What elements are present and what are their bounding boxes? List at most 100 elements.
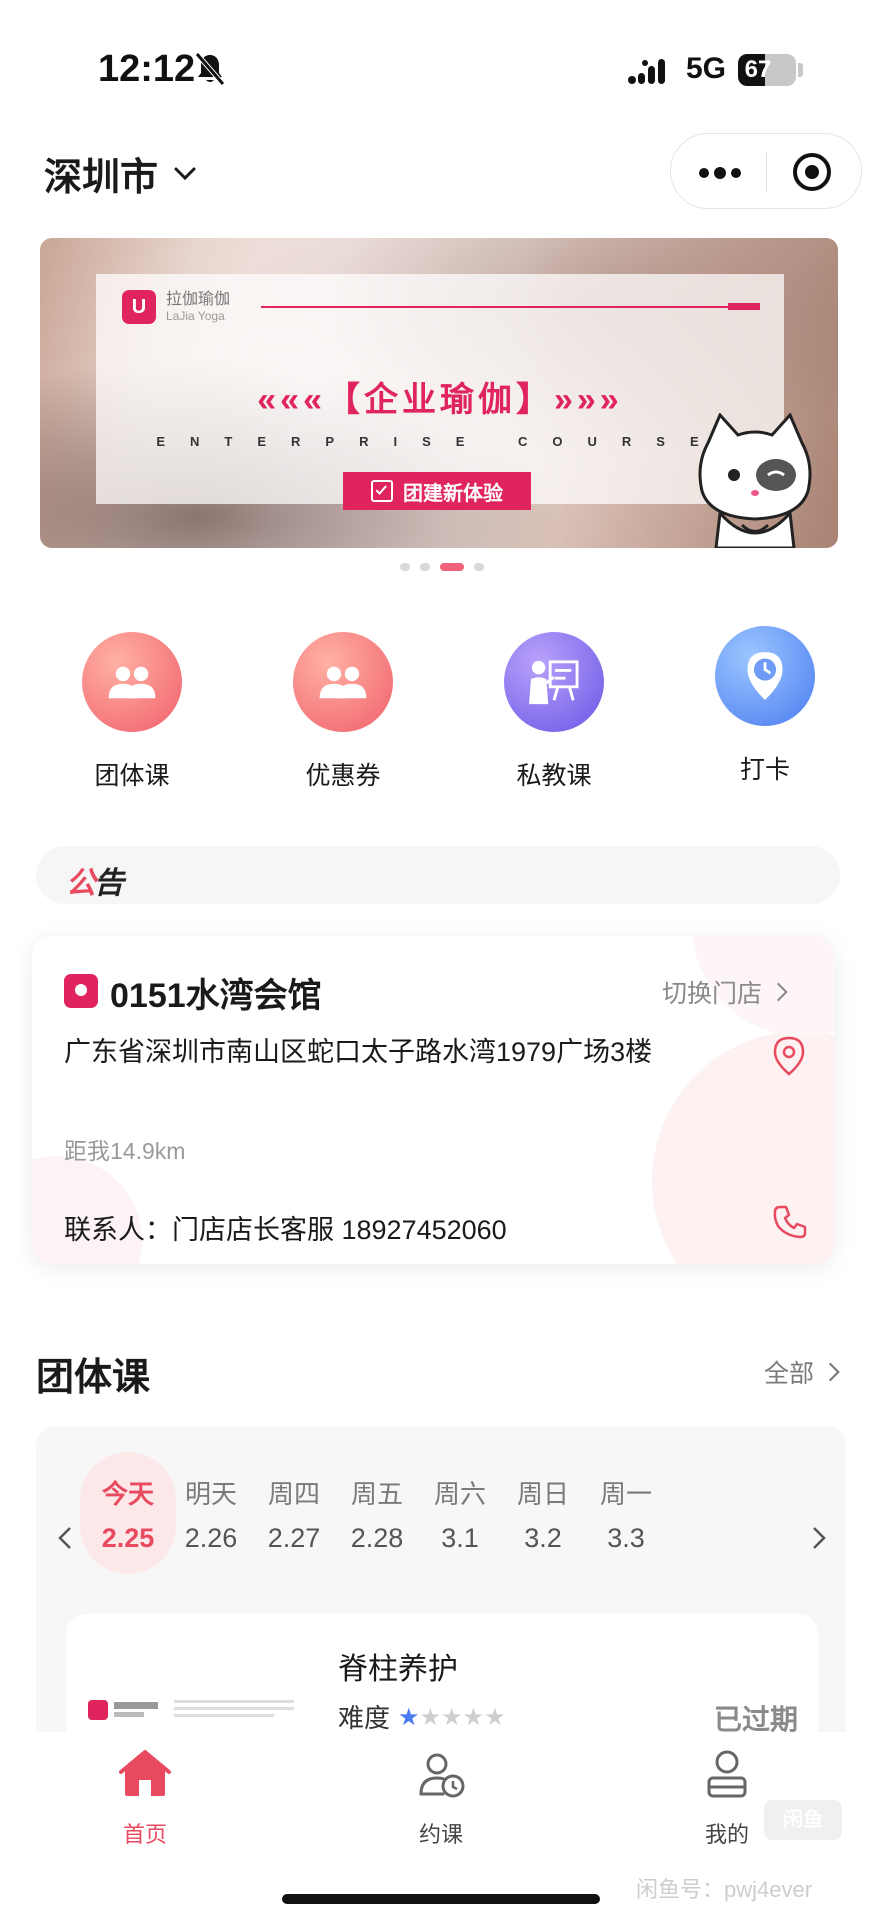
notice-tag-accent: 公 <box>66 867 96 900</box>
teacher-icon <box>504 632 604 732</box>
profile-icon <box>707 1750 747 1798</box>
battery-tip <box>798 63 803 77</box>
chevron-right-icon <box>776 982 788 1002</box>
pagination-dot <box>419 563 430 571</box>
banner-subtitle: ENTERPRISE COURSE <box>156 434 724 449</box>
close-target-icon[interactable] <box>767 134 863 210</box>
store-address: 广东省深圳市南山区蛇口太子路水湾1979广场3楼 <box>64 1037 653 1067</box>
date-day: 周一 <box>599 1479 652 1509</box>
checkbox-icon <box>371 480 393 502</box>
mini-program-capsule <box>670 133 862 209</box>
view-all-button[interactable]: 全部 <box>764 1354 840 1390</box>
store-distance: 距我14.9km <box>64 1138 186 1164</box>
date-number: 3.1 <box>441 1523 479 1553</box>
pagination-dot <box>473 563 484 571</box>
switch-store-label: 切换门店 <box>662 980 763 1008</box>
chevron-down-icon <box>174 167 196 180</box>
banner-cta-button[interactable]: 团建新体验 <box>343 472 531 510</box>
quick-action-label: 团体课 <box>94 762 170 790</box>
date-number: 3.2 <box>524 1523 562 1553</box>
store-logo-icon <box>64 974 98 1008</box>
cat-mascot-icon <box>698 413 812 548</box>
more-icon[interactable] <box>671 134 767 210</box>
store-name: 0151水湾会馆 <box>110 977 322 1015</box>
switch-store-button[interactable]: 切换门店 <box>662 974 788 1010</box>
banner-cta-label: 团建新体验 <box>403 482 503 505</box>
star-empty-icon: ★ <box>462 1704 485 1731</box>
star-empty-icon: ★ <box>441 1704 463 1731</box>
battery-icon: 67 <box>738 54 796 86</box>
banner-card: U 拉伽瑜伽 LaJia Yoga «««【企业瑜伽】»»» ENTERPRIS… <box>96 274 784 510</box>
date-number: 2.25 <box>101 1523 155 1553</box>
view-all-label: 全部 <box>764 1360 815 1388</box>
quick-action-group-class[interactable]: 团体课 <box>52 632 212 792</box>
quick-action-label: 私教课 <box>516 762 592 790</box>
chevron-right-icon <box>828 1362 840 1382</box>
class-title: 脊柱养护 <box>338 1653 458 1686</box>
location-pin-icon[interactable] <box>772 1036 806 1076</box>
city-name: 深圳市 <box>44 157 159 199</box>
date-day: 明天 <box>184 1479 237 1509</box>
pagination-dot <box>399 563 410 571</box>
difficulty-stars: ★★★★★ <box>398 1701 506 1732</box>
date-item[interactable]: 周四 2.27 <box>246 1452 342 1574</box>
star-empty-icon: ★ <box>484 1704 506 1731</box>
banner-logo-sub: LaJia Yoga <box>166 309 225 323</box>
date-day: 今天 <box>101 1479 154 1509</box>
quick-action-private-class[interactable]: 私教课 <box>474 632 634 792</box>
date-day: 周日 <box>516 1479 569 1509</box>
quick-action-coupon[interactable]: 优惠券 <box>263 632 423 792</box>
signal-icon <box>628 59 665 84</box>
date-item[interactable]: 周六 3.1 <box>412 1452 508 1574</box>
date-day: 周五 <box>350 1479 403 1509</box>
chevron-left-icon[interactable] <box>50 1518 78 1558</box>
network-type: 5G <box>686 52 727 85</box>
status-bar: 12:12 5G 67 <box>0 0 883 120</box>
date-number: 3.3 <box>607 1523 645 1553</box>
group-icon <box>293 632 393 732</box>
quick-action-label: 优惠券 <box>305 762 381 790</box>
home-indicator <box>282 1894 600 1904</box>
clock-pin-icon <box>715 626 815 726</box>
class-difficulty: 难度 ★★★★★ <box>338 1698 506 1735</box>
notice-tag-rest: 告 <box>94 867 124 900</box>
banner-title: «««【企业瑜伽】»»» <box>257 381 623 419</box>
star-empty-icon: ★ <box>419 1704 442 1731</box>
pagination-dot-active <box>439 563 464 571</box>
date-number: 2.26 <box>184 1523 238 1553</box>
tab-home[interactable]: 首页 <box>85 1746 205 1849</box>
class-thumbnail <box>88 1700 294 1720</box>
bell-muted-icon <box>195 52 225 86</box>
difficulty-label: 难度 <box>338 1703 391 1733</box>
home-icon <box>119 1750 171 1796</box>
promo-banner[interactable]: U 拉伽瑜伽 LaJia Yoga «««【企业瑜伽】»»» ENTERPRIS… <box>40 238 838 548</box>
star-filled-icon: ★ <box>398 1704 420 1731</box>
notice-bar[interactable]: 公告 <box>36 846 840 904</box>
store-contact: 联系人：门店店长客服 18927452060 <box>64 1215 507 1245</box>
tab-booking[interactable]: 约课 <box>381 1746 501 1849</box>
watermark-text: 闲鱼号：pwj4ever <box>636 1877 813 1902</box>
store-card: 0151水湾会馆 切换门店 广东省深圳市南山区蛇口太子路水湾1979广场3楼 距… <box>32 936 834 1264</box>
date-item[interactable]: 周一 3.3 <box>578 1452 674 1574</box>
group-icon <box>82 632 182 732</box>
chevron-right-icon[interactable] <box>806 1518 834 1558</box>
group-class-title: 团体课 <box>36 1357 151 1399</box>
quick-action-label: 打卡 <box>739 756 790 784</box>
tab-label: 约课 <box>418 1822 463 1847</box>
banner-line-cap <box>728 303 760 310</box>
battery-level: 67 <box>744 56 772 83</box>
class-card[interactable]: 脊柱养护 难度 ★★★★★ 已过期 <box>66 1614 818 1744</box>
date-day: 周六 <box>433 1479 486 1509</box>
date-item[interactable]: 周五 2.28 <box>329 1452 425 1574</box>
date-item[interactable]: 明天 2.26 <box>163 1452 259 1574</box>
date-item[interactable]: 今天 2.25 <box>80 1452 176 1574</box>
notice-tag: 公告 <box>66 858 124 902</box>
date-item[interactable]: 周日 3.2 <box>495 1452 591 1574</box>
status-time: 12:12 <box>98 48 196 90</box>
phone-icon[interactable] <box>772 1204 808 1240</box>
city-selector[interactable]: 深圳市 <box>44 146 198 201</box>
brand-logo-icon: U <box>122 290 156 324</box>
watermark-logo: 闲鱼 <box>764 1800 842 1840</box>
quick-action-check-in[interactable]: 打卡 <box>685 626 845 786</box>
booking-icon <box>419 1753 465 1798</box>
